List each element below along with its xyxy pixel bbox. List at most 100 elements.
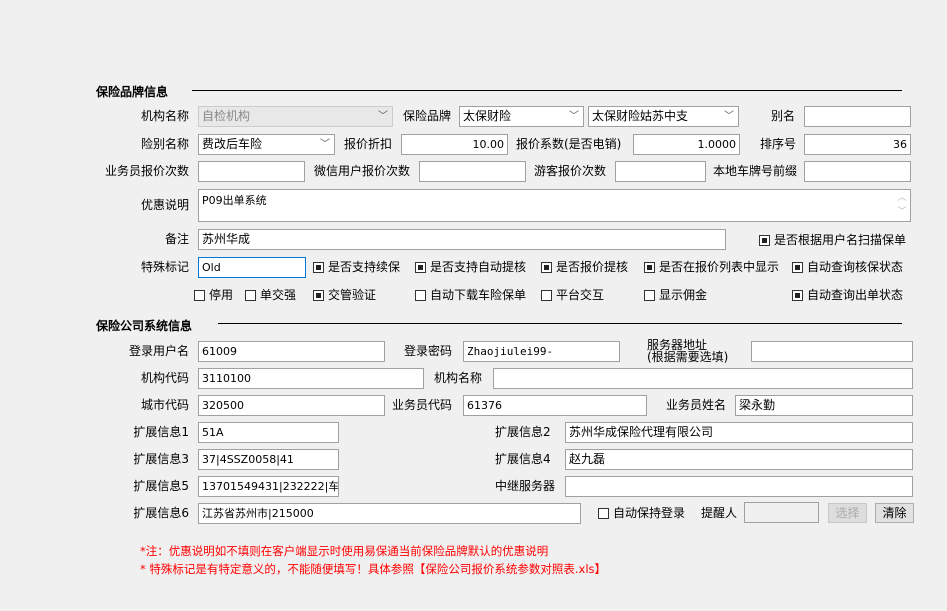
checkbox-traffic-verify[interactable]: 交管验证: [313, 288, 376, 302]
risk-value: 费改后车险: [202, 137, 263, 151]
checkbox-quote-review[interactable]: 是否报价提核: [541, 260, 628, 274]
checkbox-auto-query-issue[interactable]: 自动查询出单状态: [792, 288, 903, 302]
order-input[interactable]: 36: [804, 134, 911, 155]
remark-input[interactable]: 苏州华成: [198, 229, 726, 250]
checkbox-box[interactable]: [313, 289, 324, 301]
agent-name-input[interactable]: 梁永勤: [735, 395, 913, 416]
special-input[interactable]: Old: [198, 257, 306, 278]
checkbox-label: 自动下载车险保单: [430, 288, 527, 302]
username-input[interactable]: 61009: [198, 341, 385, 362]
ext2-input[interactable]: 苏州华成保险代理有限公司: [565, 422, 913, 443]
clear-button[interactable]: 清除: [875, 503, 914, 523]
reminder-input[interactable]: [744, 502, 819, 523]
promo-value: P09出单系统: [202, 194, 267, 207]
checkbox-label: 是否根据用户名扫描保单: [774, 233, 907, 247]
chevron-down-icon: ﹀: [320, 139, 330, 150]
checkbox-label: 交管验证: [328, 288, 377, 302]
ext5-label: 扩展信息5: [133, 479, 189, 493]
checkbox-platform-interaction[interactable]: 平台交互: [541, 288, 604, 302]
city-code-input[interactable]: 320500: [198, 395, 385, 416]
server-input[interactable]: [751, 341, 913, 362]
city-code-label: 城市代码: [140, 398, 189, 412]
ext5-input[interactable]: 13701549431|232222|车辆登记地税务机关|51A|段小琴: [198, 476, 339, 497]
ext1-input[interactable]: 51A: [198, 422, 339, 443]
checkbox-label: 单交强: [260, 288, 297, 302]
checkbox-box[interactable]: [792, 289, 803, 301]
checkbox-auto-review[interactable]: 是否支持自动提核: [415, 260, 526, 274]
checkbox-label: 自动查询出单状态: [807, 288, 904, 302]
checkbox-scan-by-username[interactable]: 是否根据用户名扫描保单: [759, 233, 906, 247]
checkbox-label: 自动查询核保状态: [807, 260, 904, 274]
promo-label: 优惠说明: [140, 198, 189, 212]
org-code-label: 机构代码: [140, 371, 189, 385]
select-button[interactable]: 选择: [828, 503, 867, 523]
checkbox-box[interactable]: [313, 261, 324, 273]
password-input[interactable]: Zhaojiulei99-: [463, 341, 620, 362]
org-name-select[interactable]: 自检机构 ﹀: [198, 106, 393, 127]
checkbox-box[interactable]: [415, 289, 426, 301]
plate-prefix-input[interactable]: [804, 161, 911, 182]
checkbox-box[interactable]: [541, 261, 552, 273]
chevron-down-icon: ﹀: [569, 111, 579, 122]
relay-input[interactable]: [565, 476, 913, 497]
ext6-input[interactable]: 江苏省苏州市|215000: [198, 503, 581, 524]
plate-prefix-label: 本地车牌号前缀: [713, 164, 798, 178]
risk-select[interactable]: 费改后车险 ﹀: [198, 134, 335, 155]
ext4-input[interactable]: 赵九磊: [565, 449, 913, 470]
branch-select[interactable]: 太保财险姑苏中支 ﹀: [588, 106, 739, 127]
checkbox-box[interactable]: [759, 234, 770, 246]
ext2-label: 扩展信息2: [495, 425, 551, 439]
alias-label: 别名: [771, 109, 796, 123]
checkbox-label: 是否报价提核: [556, 260, 629, 274]
discount-input[interactable]: 10.00: [401, 134, 508, 155]
checkbox-label: 是否支持自动提核: [430, 260, 527, 274]
username-label: 登录用户名: [128, 344, 189, 358]
brand-value: 太保财险: [463, 109, 512, 123]
coef-input[interactable]: 1.0000: [633, 134, 740, 155]
checkbox-box[interactable]: [245, 289, 256, 301]
checkbox-auto-download-policy[interactable]: 自动下载车险保单: [415, 288, 526, 302]
agent-count-input[interactable]: [198, 161, 305, 182]
scroll-down-icon[interactable]: ﹀: [895, 205, 909, 219]
checkbox-box[interactable]: [644, 289, 655, 301]
checkbox-box[interactable]: [415, 261, 426, 273]
section-title-brand: 保险品牌信息: [96, 85, 169, 99]
checkbox-box[interactable]: [541, 289, 552, 301]
org-code-input[interactable]: 3110100: [198, 368, 424, 389]
agent-name-label: 业务员姓名: [666, 398, 727, 412]
guest-count-label: 游客报价次数: [534, 164, 607, 178]
checkbox-disabled[interactable]: 停用: [194, 288, 233, 302]
alias-input[interactable]: [804, 106, 911, 127]
checkbox-auto-query-review[interactable]: 自动查询核保状态: [792, 260, 903, 274]
ext3-input[interactable]: 37|4SSZ0058|41: [198, 449, 339, 470]
agent-count-label: 业务员报价次数: [104, 164, 189, 178]
checkbox-box[interactable]: [792, 261, 803, 273]
guest-count-input[interactable]: [615, 161, 706, 182]
discount-label: 报价折扣: [344, 137, 393, 151]
checkbox-show-commission[interactable]: 显示佣金: [644, 288, 707, 302]
ext4-label: 扩展信息4: [495, 452, 551, 466]
checkbox-box[interactable]: [598, 507, 609, 519]
checkbox-box[interactable]: [644, 261, 655, 273]
chevron-down-icon: ﹀: [378, 111, 388, 122]
promo-textarea[interactable]: P09出单系统 ︿ ﹀: [198, 189, 911, 222]
checkbox-compulsory-only[interactable]: 单交强: [245, 288, 296, 302]
note-promo: *注：优惠说明如不填则在客户端显示时使用易保通当前保险品牌默认的优惠说明: [140, 544, 549, 558]
wechat-count-input[interactable]: [419, 161, 526, 182]
brand-select[interactable]: 太保财险 ﹀: [459, 106, 584, 127]
checkbox-label: 自动保持登录: [613, 506, 686, 520]
checkbox-label: 停用: [209, 288, 234, 302]
checkbox-keep-login[interactable]: 自动保持登录: [598, 506, 685, 520]
remark-label: 备注: [164, 232, 189, 246]
agent-code-input[interactable]: 61376: [463, 395, 647, 416]
checkbox-support-renewal[interactable]: 是否支持续保: [313, 260, 400, 274]
relay-label: 中继服务器: [495, 479, 556, 493]
checkbox-show-in-list[interactable]: 是否在报价列表中显示: [644, 260, 779, 274]
sys-org-name-input[interactable]: [493, 368, 913, 389]
org-name-value: 自检机构: [202, 109, 251, 123]
ext6-label: 扩展信息6: [133, 506, 189, 520]
scroll-up-icon[interactable]: ︿: [895, 191, 909, 205]
divider: [192, 90, 902, 91]
checkbox-box[interactable]: [194, 289, 205, 301]
scrollbar[interactable]: ︿ ﹀: [895, 191, 909, 220]
